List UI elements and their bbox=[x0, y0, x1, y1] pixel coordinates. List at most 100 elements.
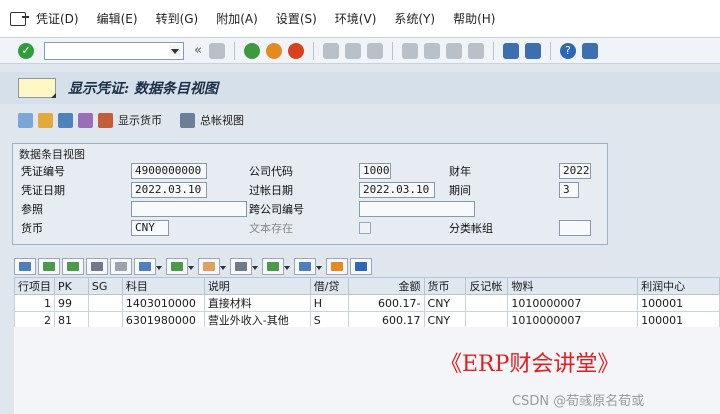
sort-ascending-icon[interactable] bbox=[38, 257, 60, 275]
system-toolbar: ✓ « ? bbox=[0, 38, 720, 64]
column-header-profit-center[interactable]: 利润中心 bbox=[637, 277, 720, 295]
cross-company-field[interactable] bbox=[359, 201, 475, 217]
enter-check-icon[interactable]: ✓ bbox=[18, 42, 34, 59]
menu-item-extras[interactable]: 附加(A) bbox=[216, 10, 258, 27]
new-session-icon[interactable] bbox=[502, 42, 519, 59]
details-icon[interactable] bbox=[14, 257, 36, 275]
help-icon[interactable]: ? bbox=[559, 42, 576, 59]
toolbar-separator bbox=[312, 41, 314, 60]
menu-item-goto[interactable]: 转到(G) bbox=[156, 10, 199, 27]
exit-up-icon[interactable] bbox=[265, 42, 282, 59]
find-next-icon[interactable] bbox=[366, 42, 383, 59]
next-page-icon[interactable] bbox=[445, 42, 462, 59]
column-header-sg[interactable]: SG bbox=[87, 277, 123, 295]
menu-item-document[interactable]: 凭证(D) bbox=[36, 10, 79, 27]
menu-item-edit[interactable]: 编辑(E) bbox=[97, 10, 138, 27]
cell-item: 2 bbox=[14, 311, 55, 329]
layout-menu-icon[interactable] bbox=[581, 42, 598, 59]
column-header-account[interactable]: 科目 bbox=[121, 277, 205, 295]
print-preview-icon[interactable] bbox=[230, 257, 258, 275]
menu-item-settings[interactable]: 设置(S) bbox=[276, 10, 317, 27]
print-icon[interactable] bbox=[322, 42, 339, 59]
document-icon[interactable] bbox=[18, 78, 56, 98]
cell-pk: 81 bbox=[54, 311, 89, 329]
toolbar-separator bbox=[391, 41, 393, 60]
find-next-icon[interactable] bbox=[110, 257, 132, 275]
column-header-material[interactable]: 物料 bbox=[507, 277, 639, 295]
cell-reversal bbox=[465, 294, 509, 312]
toolbar-separator bbox=[549, 41, 551, 60]
column-header-pk[interactable]: PK bbox=[54, 277, 89, 295]
column-header-reversal[interactable]: 反记帐 bbox=[465, 277, 509, 295]
period-field[interactable]: 3 bbox=[559, 182, 579, 198]
menu-item-help[interactable]: 帮助(H) bbox=[453, 10, 495, 27]
display-currency-button[interactable]: 显示货币 bbox=[118, 112, 162, 128]
info-icon[interactable] bbox=[350, 257, 372, 275]
doc-number-field[interactable]: 4900000000 bbox=[131, 163, 207, 179]
cell-account[interactable]: 1403010000 bbox=[121, 294, 205, 312]
menu-item-system[interactable]: 系统(Y) bbox=[394, 10, 435, 27]
text-exists-label: 文本存在 bbox=[249, 222, 293, 235]
general-ledger-view-button[interactable]: 总帐视图 bbox=[200, 112, 244, 128]
group-title: 数据条目视图 bbox=[19, 148, 85, 161]
exit-icon[interactable] bbox=[10, 11, 29, 26]
alv-toolbar bbox=[14, 256, 714, 276]
data-entry-view-group: 数据条目视图 凭证编号 4900000000 公司代码 1000 财年 2022… bbox=[12, 143, 608, 245]
doc-date-field[interactable]: 2022.03.10 bbox=[131, 182, 207, 198]
command-field[interactable] bbox=[44, 41, 184, 60]
export-icon[interactable] bbox=[262, 257, 290, 275]
back-icon[interactable] bbox=[243, 42, 260, 59]
column-header-description[interactable]: 说明 bbox=[203, 277, 311, 295]
currency-field[interactable]: CNY bbox=[131, 220, 169, 236]
chart-icon[interactable] bbox=[326, 257, 348, 275]
column-header-debit-credit[interactable]: 借/贷 bbox=[309, 277, 349, 295]
reference-label: 参照 bbox=[21, 203, 43, 216]
watermark-title: 《ERP财会讲堂》 bbox=[440, 352, 620, 377]
other-document-icon[interactable] bbox=[38, 112, 53, 128]
search-icon[interactable] bbox=[58, 112, 73, 128]
table-row[interactable]: 1 99 1403010000 直接材料 H 600.17- CNY 10100… bbox=[14, 294, 720, 312]
general-ledger-icon[interactable] bbox=[180, 112, 195, 128]
previous-page-icon[interactable] bbox=[423, 42, 440, 59]
cell-material: 1010000007 bbox=[507, 311, 639, 329]
shortcut-icon[interactable] bbox=[524, 42, 541, 59]
column-header-amount[interactable]: 金额 bbox=[347, 277, 425, 295]
subtotal-icon[interactable] bbox=[198, 257, 226, 275]
taxes-icon[interactable] bbox=[78, 112, 93, 128]
company-code-field[interactable]: 1000 bbox=[359, 163, 391, 179]
display-change-icon[interactable] bbox=[18, 112, 33, 128]
title-bar: 显示凭证: 数据条目视图 bbox=[0, 72, 720, 104]
collapse-icon[interactable]: « bbox=[194, 43, 202, 58]
cell-amount: 600.17 bbox=[347, 311, 425, 329]
sum-icon[interactable] bbox=[166, 257, 194, 275]
line-items-table: 行项目 PK SG 科目 说明 借/贷 金额 货币 反记帐 物料 利润中心 1 … bbox=[14, 277, 720, 329]
table-row[interactable]: 2 81 6301980000 营业外收入-其他 S 600.17 CNY 10… bbox=[14, 311, 720, 329]
table-header-row: 行项目 PK SG 科目 说明 借/贷 金额 货币 反记帐 物料 利润中心 bbox=[14, 277, 720, 295]
column-header-currency[interactable]: 货币 bbox=[423, 277, 467, 295]
menu-item-environment[interactable]: 环境(V) bbox=[335, 10, 377, 27]
cell-pk: 99 bbox=[54, 294, 89, 312]
reference-field[interactable] bbox=[131, 201, 247, 217]
filter-icon[interactable] bbox=[134, 257, 162, 275]
ledger-group-field[interactable] bbox=[559, 220, 591, 236]
posting-date-field[interactable]: 2022.03.10 bbox=[359, 182, 435, 198]
last-page-icon[interactable] bbox=[467, 42, 484, 59]
find-icon[interactable] bbox=[344, 42, 361, 59]
toolbar-separator bbox=[492, 41, 494, 60]
currency-label: 货币 bbox=[21, 222, 43, 235]
command-dropdown-icon[interactable] bbox=[169, 44, 181, 57]
save-icon[interactable] bbox=[208, 42, 225, 59]
text-exists-checkbox[interactable] bbox=[359, 222, 371, 234]
ledger-group-label: 分类帐组 bbox=[449, 222, 493, 235]
cancel-icon[interactable] bbox=[287, 42, 304, 59]
cell-account[interactable]: 6301980000 bbox=[121, 311, 205, 329]
page-title: 显示凭证: 数据条目视图 bbox=[68, 81, 219, 97]
column-header-item[interactable]: 行项目 bbox=[14, 277, 55, 295]
sort-descending-icon[interactable] bbox=[62, 257, 84, 275]
fiscal-year-field[interactable]: 2022 bbox=[559, 163, 591, 179]
display-currency-icon[interactable] bbox=[98, 112, 113, 128]
fiscal-year-label: 财年 bbox=[449, 165, 471, 178]
first-page-icon[interactable] bbox=[401, 42, 418, 59]
find-icon[interactable] bbox=[86, 257, 108, 275]
layout-icon[interactable] bbox=[294, 257, 322, 275]
